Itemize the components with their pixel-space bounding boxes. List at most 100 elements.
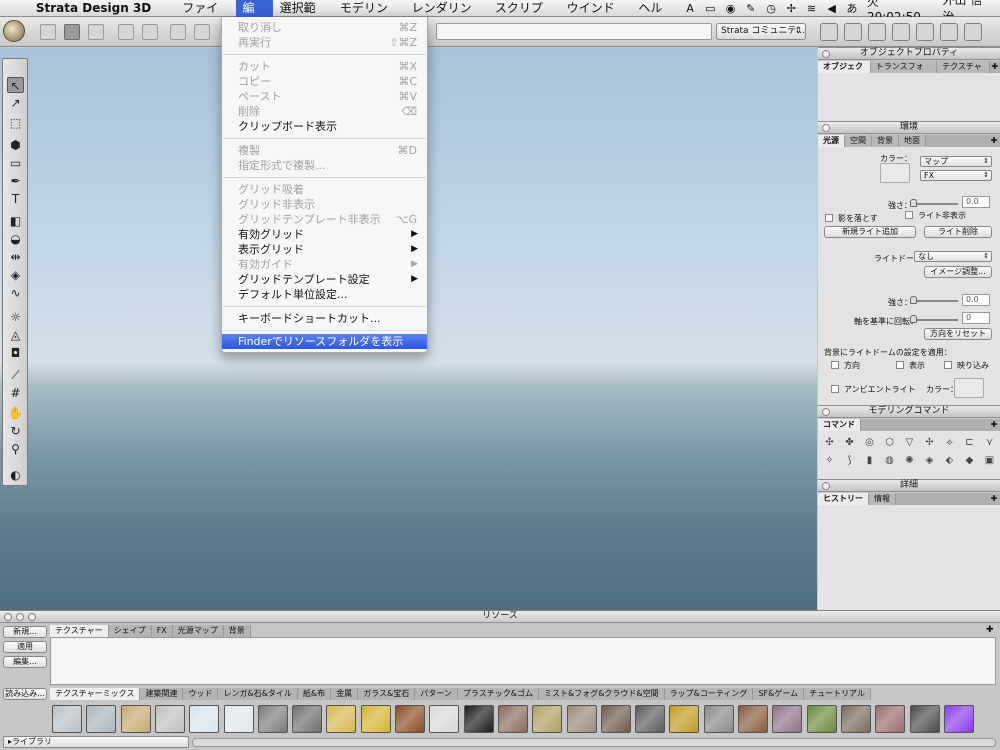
texture-thumbnail[interactable] xyxy=(223,705,254,733)
thumbnails-scrollbar[interactable] xyxy=(192,738,996,747)
export-icon[interactable] xyxy=(964,23,982,41)
resource-list-area[interactable] xyxy=(50,637,996,685)
menu-window[interactable]: ウインドウ xyxy=(560,0,632,32)
toolbar-field[interactable] xyxy=(436,23,712,40)
delete-light-button[interactable]: ライト削除 xyxy=(924,226,992,238)
cut-icon[interactable] xyxy=(170,24,186,40)
texture-thumbnail[interactable] xyxy=(257,705,288,733)
primitive-tool-icon[interactable]: ⬢ xyxy=(7,137,24,153)
texture-thumbnail[interactable] xyxy=(189,705,220,733)
command-icon[interactable]: ⬖ xyxy=(944,455,955,466)
edit-resource-button[interactable]: 編集... xyxy=(3,656,47,668)
texture-thumbnail[interactable] xyxy=(120,705,151,733)
axis-rotate-field[interactable]: 0 xyxy=(962,312,990,324)
reset-direction-button[interactable]: 方向をリセット xyxy=(924,328,992,340)
texture-thumbnail[interactable] xyxy=(86,705,117,733)
camera-tool-icon[interactable]: ◘ xyxy=(7,345,24,361)
library-tab[interactable]: プラスチック&ゴム xyxy=(457,688,539,700)
pen-tool-icon[interactable]: ✒ xyxy=(7,173,24,189)
tab-info[interactable]: 情報 xyxy=(869,493,896,505)
tab-ground[interactable]: 地面 xyxy=(899,135,926,147)
texture-thumbnail[interactable] xyxy=(292,705,323,733)
panel-menu-icon[interactable]: ✚ xyxy=(988,419,1000,431)
tab-history[interactable]: ヒストリー xyxy=(818,493,869,505)
command-icon[interactable]: ⊏ xyxy=(964,437,975,448)
texture-thumbnail[interactable] xyxy=(909,705,940,733)
map-select[interactable]: マップ xyxy=(920,156,992,167)
tab-fx[interactable]: FX xyxy=(151,625,173,637)
tab-light-source[interactable]: 光源 xyxy=(818,135,845,147)
command-icon[interactable]: ✣ xyxy=(824,437,835,448)
details-titlebar[interactable]: 詳細 xyxy=(818,479,1000,492)
grid-tool-icon[interactable]: # xyxy=(7,385,24,401)
ambient-color-swatch[interactable] xyxy=(954,378,984,398)
command-icon[interactable]: ✺ xyxy=(904,455,915,466)
texture-thumbnail[interactable] xyxy=(840,705,871,733)
new-resource-button[interactable]: 新規... xyxy=(3,626,47,638)
texture-thumbnail[interactable] xyxy=(635,705,666,733)
hand-tool-icon[interactable]: ✋ xyxy=(7,405,24,421)
panel-menu-icon[interactable]: ✚ xyxy=(990,61,1000,73)
time-machine-icon[interactable]: ◷ xyxy=(763,2,779,15)
camera-icon[interactable]: ◉ xyxy=(722,2,738,15)
direction-checkbox[interactable] xyxy=(831,361,839,369)
library-tab[interactable]: チュートリアル xyxy=(804,688,872,700)
menu-item-duplicate[interactable]: 複製 ⌘D xyxy=(222,143,427,158)
adobe-icon[interactable]: A xyxy=(682,2,698,15)
library-tab[interactable]: テクスチャーミックス xyxy=(50,688,141,700)
command-icon[interactable]: ◆ xyxy=(964,455,975,466)
texture-thumbnail[interactable] xyxy=(669,705,700,733)
reflection-checkbox[interactable] xyxy=(944,361,952,369)
menu-help[interactable]: ヘルプ xyxy=(631,0,680,32)
menu-item-duplicate-special[interactable]: 指定形式で複製... xyxy=(222,158,427,173)
axis-rotate-slider-knob[interactable] xyxy=(910,315,917,323)
menu-item-grid-snap[interactable]: グリッド吸着 xyxy=(222,182,427,197)
menu-script[interactable]: スクリプト xyxy=(488,0,560,32)
strength-slider-knob[interactable] xyxy=(910,199,917,207)
apply-resource-button[interactable]: 適用 xyxy=(3,641,47,653)
texture-thumbnail[interactable] xyxy=(738,705,768,733)
texture-thumbnail[interactable] xyxy=(875,705,906,733)
modeling-commands-titlebar[interactable]: モデリングコマンド xyxy=(818,405,1000,418)
library-tab[interactable]: 建築関連 xyxy=(140,688,184,700)
input-method-icon[interactable]: あ xyxy=(844,0,860,16)
command-icon[interactable]: ◎ xyxy=(864,437,875,448)
menu-item-undo[interactable]: 取り消し ⌘Z xyxy=(222,20,427,35)
texture-thumbnail[interactable] xyxy=(154,705,185,733)
community-selector[interactable]: Strata コミュニテ... xyxy=(716,23,806,40)
strength-field[interactable]: 0.0 xyxy=(962,196,990,208)
wifi-icon[interactable]: ≋ xyxy=(803,2,819,15)
menu-item-active-guide[interactable]: 有効ガイド ▶ xyxy=(222,257,427,272)
settings-gear-icon[interactable] xyxy=(892,23,910,41)
close-window-icon[interactable] xyxy=(4,613,12,621)
library-tab[interactable]: ミスト&フォグ&クラウド&空間 xyxy=(538,688,665,700)
new-light-button[interactable]: 新規ライト追加 xyxy=(824,226,916,238)
menu-item-show-resource-folder[interactable]: Finderでリソースフォルダを表示 xyxy=(222,334,427,349)
lathe-tool-icon[interactable]: ◒ xyxy=(7,231,24,247)
tab-transform[interactable]: トランスフォーム xyxy=(870,61,938,82)
strength2-slider[interactable] xyxy=(910,300,958,302)
object-properties-titlebar[interactable]: オブジェクトプロパティ xyxy=(818,47,1000,60)
texture-thumbnail[interactable] xyxy=(429,705,460,733)
select-tool-icon[interactable]: ↖ xyxy=(7,77,24,93)
environment-titlebar[interactable]: 環境 xyxy=(818,121,1000,134)
menu-item-keyboard-shortcuts[interactable]: キーボードショートカット... xyxy=(222,311,427,326)
panel-menu-icon[interactable]: ✚ xyxy=(988,135,1000,147)
texture-thumbnail[interactable] xyxy=(566,705,597,733)
save-icon[interactable] xyxy=(88,24,104,40)
command-icon[interactable]: ⋎ xyxy=(984,437,995,448)
rotate-view-tool-icon[interactable]: ↻ xyxy=(7,423,24,439)
text-tool-icon[interactable]: T xyxy=(7,191,24,207)
texture-thumbnail[interactable] xyxy=(703,705,734,733)
command-icon[interactable]: ◍ xyxy=(884,455,895,466)
command-icon[interactable]: ✧ xyxy=(824,455,835,466)
menu-edit[interactable]: 編集 xyxy=(235,0,273,32)
strata-logo-icon[interactable] xyxy=(3,20,25,42)
texture-thumbnail[interactable] xyxy=(600,705,631,733)
tab-light-map[interactable]: 光源マップ xyxy=(172,625,224,637)
render-tool-icon[interactable]: ◐ xyxy=(7,467,24,483)
library-tab[interactable]: SF&ゲーム xyxy=(753,688,805,700)
fx-select[interactable]: FX xyxy=(920,170,992,181)
library-tab[interactable]: ウッド xyxy=(183,688,219,700)
texture-thumbnail[interactable] xyxy=(772,705,803,733)
